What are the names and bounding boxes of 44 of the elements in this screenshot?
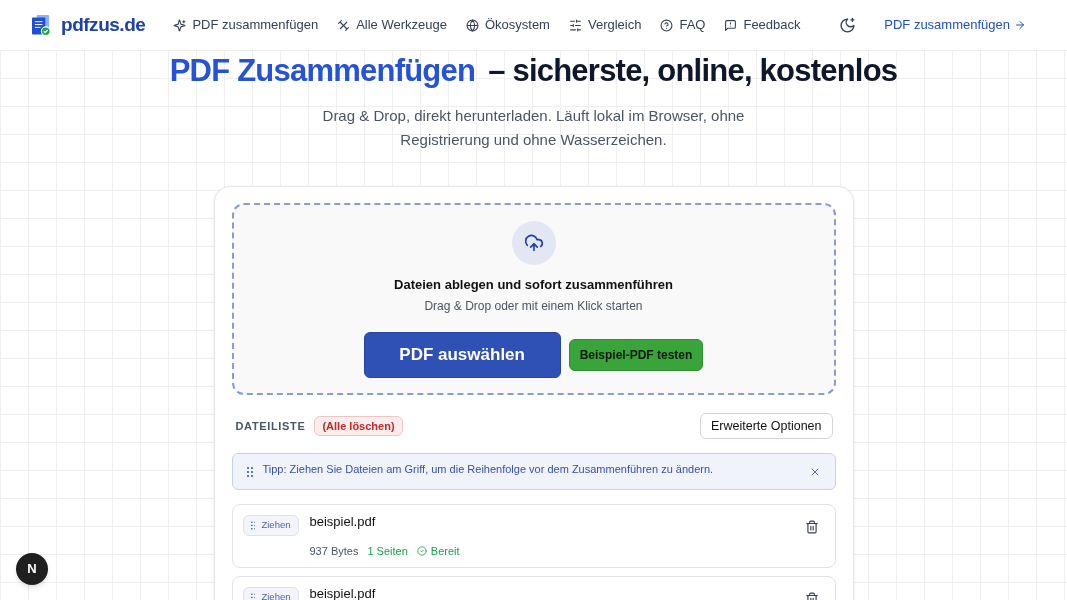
title-highlight: PDF Zusammenfügen xyxy=(169,53,476,89)
select-pdf-button[interactable]: PDF auswählen xyxy=(363,332,561,378)
nav-link[interactable]: PDF zusammenfügen xyxy=(173,15,319,35)
nav-link[interactable]: Vergleich xyxy=(568,15,642,35)
crossed-tools-icon xyxy=(337,18,351,32)
page-count: 1 Seiten xyxy=(367,544,408,559)
file-size: 937 Bytes xyxy=(309,544,359,559)
page-title: – sicherste, online, kostenlos xyxy=(488,53,898,89)
file-name: beispiel.pdf xyxy=(309,586,376,600)
dropzone-hint: Drag & Drop oder mit einem Klick starten xyxy=(424,298,643,315)
dropzone-heading: Dateien ablegen und sofort zusammenführen xyxy=(394,276,673,294)
cta-link[interactable]: PDF zusammenfügen xyxy=(884,15,1026,35)
drag-handle[interactable]: Ziehen xyxy=(242,587,299,600)
globe-icon xyxy=(465,18,479,32)
advanced-options-button[interactable]: Erweiterte Optionen xyxy=(700,413,833,439)
trash-icon xyxy=(804,520,819,534)
logo-text[interactable]: pdfzus.de xyxy=(61,10,146,40)
grip-icon xyxy=(250,593,256,600)
grip-icon xyxy=(250,521,256,530)
nav-link[interactable]: Alle Werkzeuge xyxy=(337,15,447,35)
arrow-right-icon xyxy=(1014,19,1026,31)
theme-toggle-button[interactable] xyxy=(838,16,857,34)
file-list-label: DATEILISTE xyxy=(235,418,306,434)
file-name: beispiel.pdf xyxy=(309,514,377,529)
moon-icon xyxy=(838,16,856,34)
help-icon xyxy=(660,18,674,32)
check-circle-icon xyxy=(416,546,427,556)
grip-icon xyxy=(246,466,253,477)
sliders-icon xyxy=(568,18,582,32)
drag-handle[interactable]: Ziehen xyxy=(242,515,299,536)
subtitle: Drag & Drop, direkt herunterladen. Läuft lokal im Browser, ohne Registrierung und ohne Wasserzeichen. xyxy=(321,106,746,150)
delete-button[interactable] xyxy=(804,520,819,534)
drop-zone[interactable]: Dateien ablegen und sofort zusammenführen Drag & Drop oder mit einem Klick starten PDF auswählen Beispiel-PDF testen xyxy=(231,203,836,395)
sample-pdf-button[interactable]: Beispiel-PDF testen xyxy=(568,339,704,371)
nav-link[interactable]: FAQ xyxy=(660,15,706,35)
message-alert-icon xyxy=(724,18,738,32)
tip-text: Tipp: Ziehen Sie Dateien am Griff, um die Reihenfolge vor dem Zusammenführen zu ändern. xyxy=(262,461,714,476)
upload-icon xyxy=(511,221,556,265)
sparkles-icon xyxy=(173,18,187,32)
status-text: Bereit xyxy=(430,544,460,559)
clear-all-button[interactable]: (Alle löschen) xyxy=(314,416,403,436)
logo-icon[interactable] xyxy=(32,14,51,36)
nav-link[interactable]: Feedback xyxy=(724,15,801,35)
nav-link[interactable]: Ökosystem xyxy=(465,15,550,35)
